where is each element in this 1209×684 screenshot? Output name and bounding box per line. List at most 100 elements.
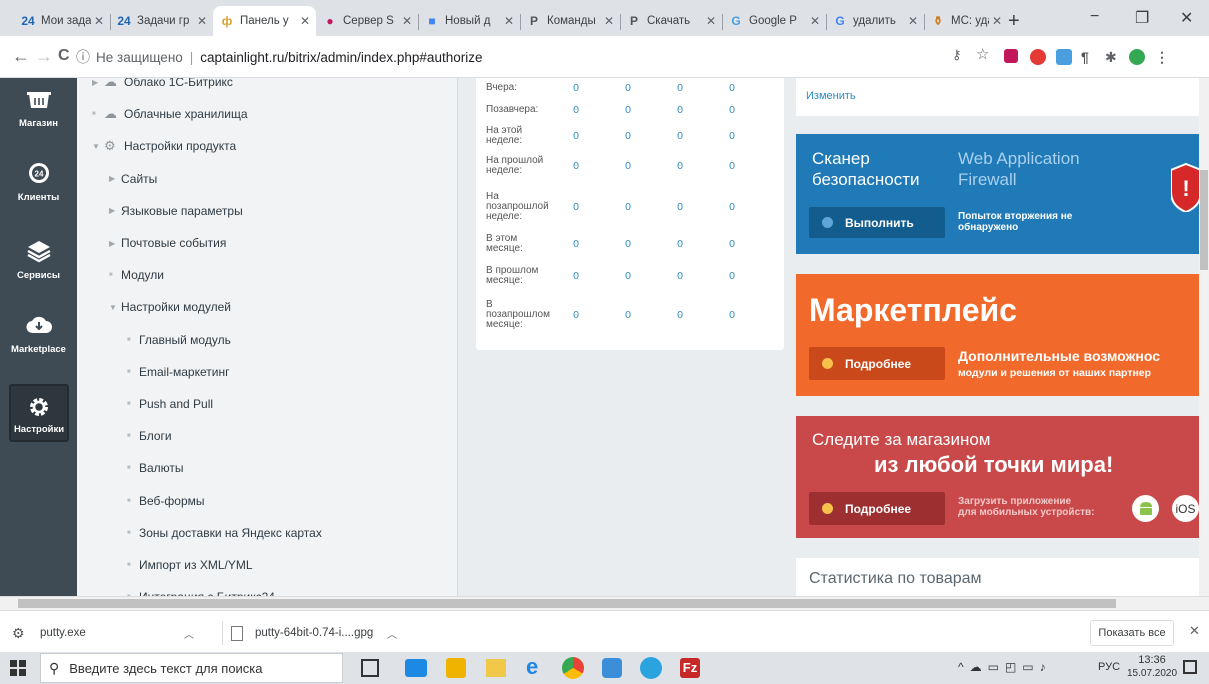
bullet-icon[interactable]: ■ <box>127 433 139 439</box>
download-item[interactable]: ⚙ putty.exe ︿ <box>12 621 212 645</box>
stats-value[interactable]: 0 <box>654 238 706 250</box>
adblock-icon[interactable] <box>1030 49 1046 65</box>
browser-tab[interactable]: G Google P ✕ <box>722 6 826 36</box>
download-item[interactable]: putty-64bit-0.74-i....gpg ︿ <box>222 621 412 645</box>
leftbar-item-marketplace[interactable]: Marketplace <box>0 310 77 355</box>
maximize-button[interactable]: ❐ <box>1135 8 1149 28</box>
stats-value[interactable]: 0 <box>550 309 602 321</box>
bullet-icon[interactable]: ■ <box>127 562 139 568</box>
change-link[interactable]: Изменить <box>806 90 856 102</box>
stats-value[interactable]: 0 <box>706 82 758 94</box>
chevron-right-icon[interactable]: ▶ <box>109 174 121 183</box>
info-icon[interactable]: ⓘ <box>76 47 90 67</box>
browser-tab[interactable]: Gудалить ✕ <box>826 6 924 36</box>
minimize-button[interactable]: − <box>1090 8 1099 26</box>
menu-item[interactable]: ■Интеграция с Битрикс24 <box>127 585 275 596</box>
menu-item[interactable]: ■ Зоны доставки на Яндекс картах <box>127 521 322 545</box>
menu-item[interactable]: ▼ Настройки модулей <box>109 295 231 319</box>
tab-close-icon[interactable]: ✕ <box>300 14 310 28</box>
store-app-icon[interactable] <box>446 658 466 678</box>
address-bar[interactable]: ⓘ Не защищено | captainlight.ru/bitrix/a… <box>76 42 934 72</box>
stats-value[interactable]: 0 <box>654 104 706 116</box>
leftbar-item-services[interactable]: Сервисы <box>0 236 77 281</box>
browser-tab[interactable]: P Команды ✕ <box>520 6 620 36</box>
menu-item[interactable]: ■ Push and Pull <box>127 392 213 416</box>
close-icon[interactable]: ✕ <box>1189 623 1200 639</box>
bullet-icon[interactable]: ■ <box>127 337 139 343</box>
tab-close-icon[interactable]: ✕ <box>197 14 207 28</box>
bullet-icon[interactable]: ■ <box>127 401 139 407</box>
show-all-downloads-button[interactable]: Показать все <box>1090 620 1174 646</box>
virtualbox-icon[interactable] <box>602 658 622 678</box>
bullet-icon[interactable]: ■ <box>109 272 121 278</box>
tab-close-icon[interactable]: ✕ <box>810 14 820 28</box>
browser-tab[interactable]: P Скачать ✕ <box>620 6 722 36</box>
stats-value[interactable]: 0 <box>706 201 758 213</box>
menu-item[interactable]: ■ Главный модуль <box>127 328 231 352</box>
browser-tab[interactable]: ⚱ MC: удал✕ <box>924 6 1008 36</box>
menu-item[interactable]: ■ Веб-формы <box>127 489 205 513</box>
stats-value[interactable]: 0 <box>550 270 602 282</box>
leftbar-item-clients[interactable]: 24 Клиенты <box>0 158 77 203</box>
browser-tab[interactable]: 24 Задачи гр ✕ <box>110 6 213 36</box>
stats-value[interactable]: 0 <box>550 130 602 142</box>
stats-value[interactable]: 0 <box>550 82 602 94</box>
stats-value[interactable]: 0 <box>706 104 758 116</box>
taskbar-search-box[interactable]: ⚲ Введите здесь текст для поиска <box>40 653 343 683</box>
key-icon[interactable]: ⚷ <box>952 47 968 63</box>
stats-value[interactable]: 0 <box>654 270 706 282</box>
menu-item[interactable]: ■ Модули <box>109 263 164 287</box>
menu-item[interactable]: ▼ ⚙ Настройки продукта <box>92 134 236 158</box>
horizontal-scrollbar[interactable] <box>0 596 1209 610</box>
menu-item[interactable]: ■ ☁ Облачные хранилища <box>92 102 248 126</box>
tab-close-icon[interactable]: ✕ <box>908 14 918 28</box>
tab-close-icon[interactable]: ✕ <box>992 14 1002 28</box>
back-button[interactable]: ← <box>12 46 30 67</box>
bullet-icon[interactable]: ■ <box>127 465 139 471</box>
stats-value[interactable]: 0 <box>706 238 758 250</box>
tab-close-icon[interactable]: ✕ <box>504 14 514 28</box>
stats-value[interactable]: 0 <box>602 104 654 116</box>
mail-icon[interactable] <box>405 659 427 677</box>
vertical-scrollbar[interactable] <box>1199 78 1209 596</box>
chevron-right-icon[interactable]: ▶ <box>92 78 104 87</box>
language-indicator[interactable]: РУС <box>1098 661 1120 673</box>
stats-value[interactable]: 0 <box>706 130 758 142</box>
mobile-details-button[interactable]: Подробнее <box>809 492 945 525</box>
menu-item[interactable]: ▶ Сайты <box>109 167 157 191</box>
stats-value[interactable]: 0 <box>602 160 654 172</box>
browser-tab[interactable]: ● Сервер S ✕ <box>316 6 418 36</box>
bullet-icon[interactable]: ■ <box>92 111 104 117</box>
tab-close-icon[interactable]: ✕ <box>94 14 104 28</box>
task-view-icon[interactable] <box>361 659 379 677</box>
scrollbar-thumb[interactable] <box>18 599 1116 608</box>
scrollbar-thumb[interactable] <box>1200 170 1208 270</box>
puzzle-icon[interactable]: ✱ <box>1105 49 1121 65</box>
stats-value[interactable]: 0 <box>706 270 758 282</box>
stats-value[interactable]: 0 <box>602 201 654 213</box>
text-extension-icon[interactable]: ¶ <box>1081 49 1097 65</box>
bullet-icon[interactable]: ■ <box>127 498 139 504</box>
clock[interactable]: 13:36 15.07.2020 <box>1127 653 1177 681</box>
stats-value[interactable]: 0 <box>654 201 706 213</box>
stats-value[interactable]: 0 <box>706 160 758 172</box>
chevron-down-icon[interactable]: ▼ <box>92 142 104 151</box>
browser-tab[interactable]: 24 Мои зада ✕ <box>14 6 110 36</box>
stats-value[interactable]: 0 <box>706 309 758 321</box>
marketplace-details-button[interactable]: Подробнее <box>809 347 945 380</box>
telegram-icon[interactable] <box>640 657 662 679</box>
menu-item[interactable]: ■ Импорт из XML/YML <box>127 553 253 577</box>
profile-avatar[interactable] <box>1129 49 1145 65</box>
stats-value[interactable]: 0 <box>602 82 654 94</box>
stats-value[interactable]: 0 <box>654 309 706 321</box>
tray-icons[interactable]: ^☁▭◰▭♪ <box>958 660 1052 674</box>
chevron-down-icon[interactable]: ▼ <box>109 303 121 312</box>
bullet-icon[interactable]: ■ <box>127 530 139 536</box>
browser-tab[interactable]: ■ Новый д ✕ <box>418 6 520 36</box>
stats-value[interactable]: 0 <box>550 201 602 213</box>
chevron-right-icon[interactable]: ▶ <box>109 206 121 215</box>
bookmark-star-icon[interactable]: ☆ <box>976 45 992 63</box>
menu-item[interactable]: ■ Email-маркетинг <box>127 360 229 384</box>
android-icon[interactable] <box>1132 495 1159 522</box>
new-tab-button[interactable]: + <box>1008 10 1020 33</box>
